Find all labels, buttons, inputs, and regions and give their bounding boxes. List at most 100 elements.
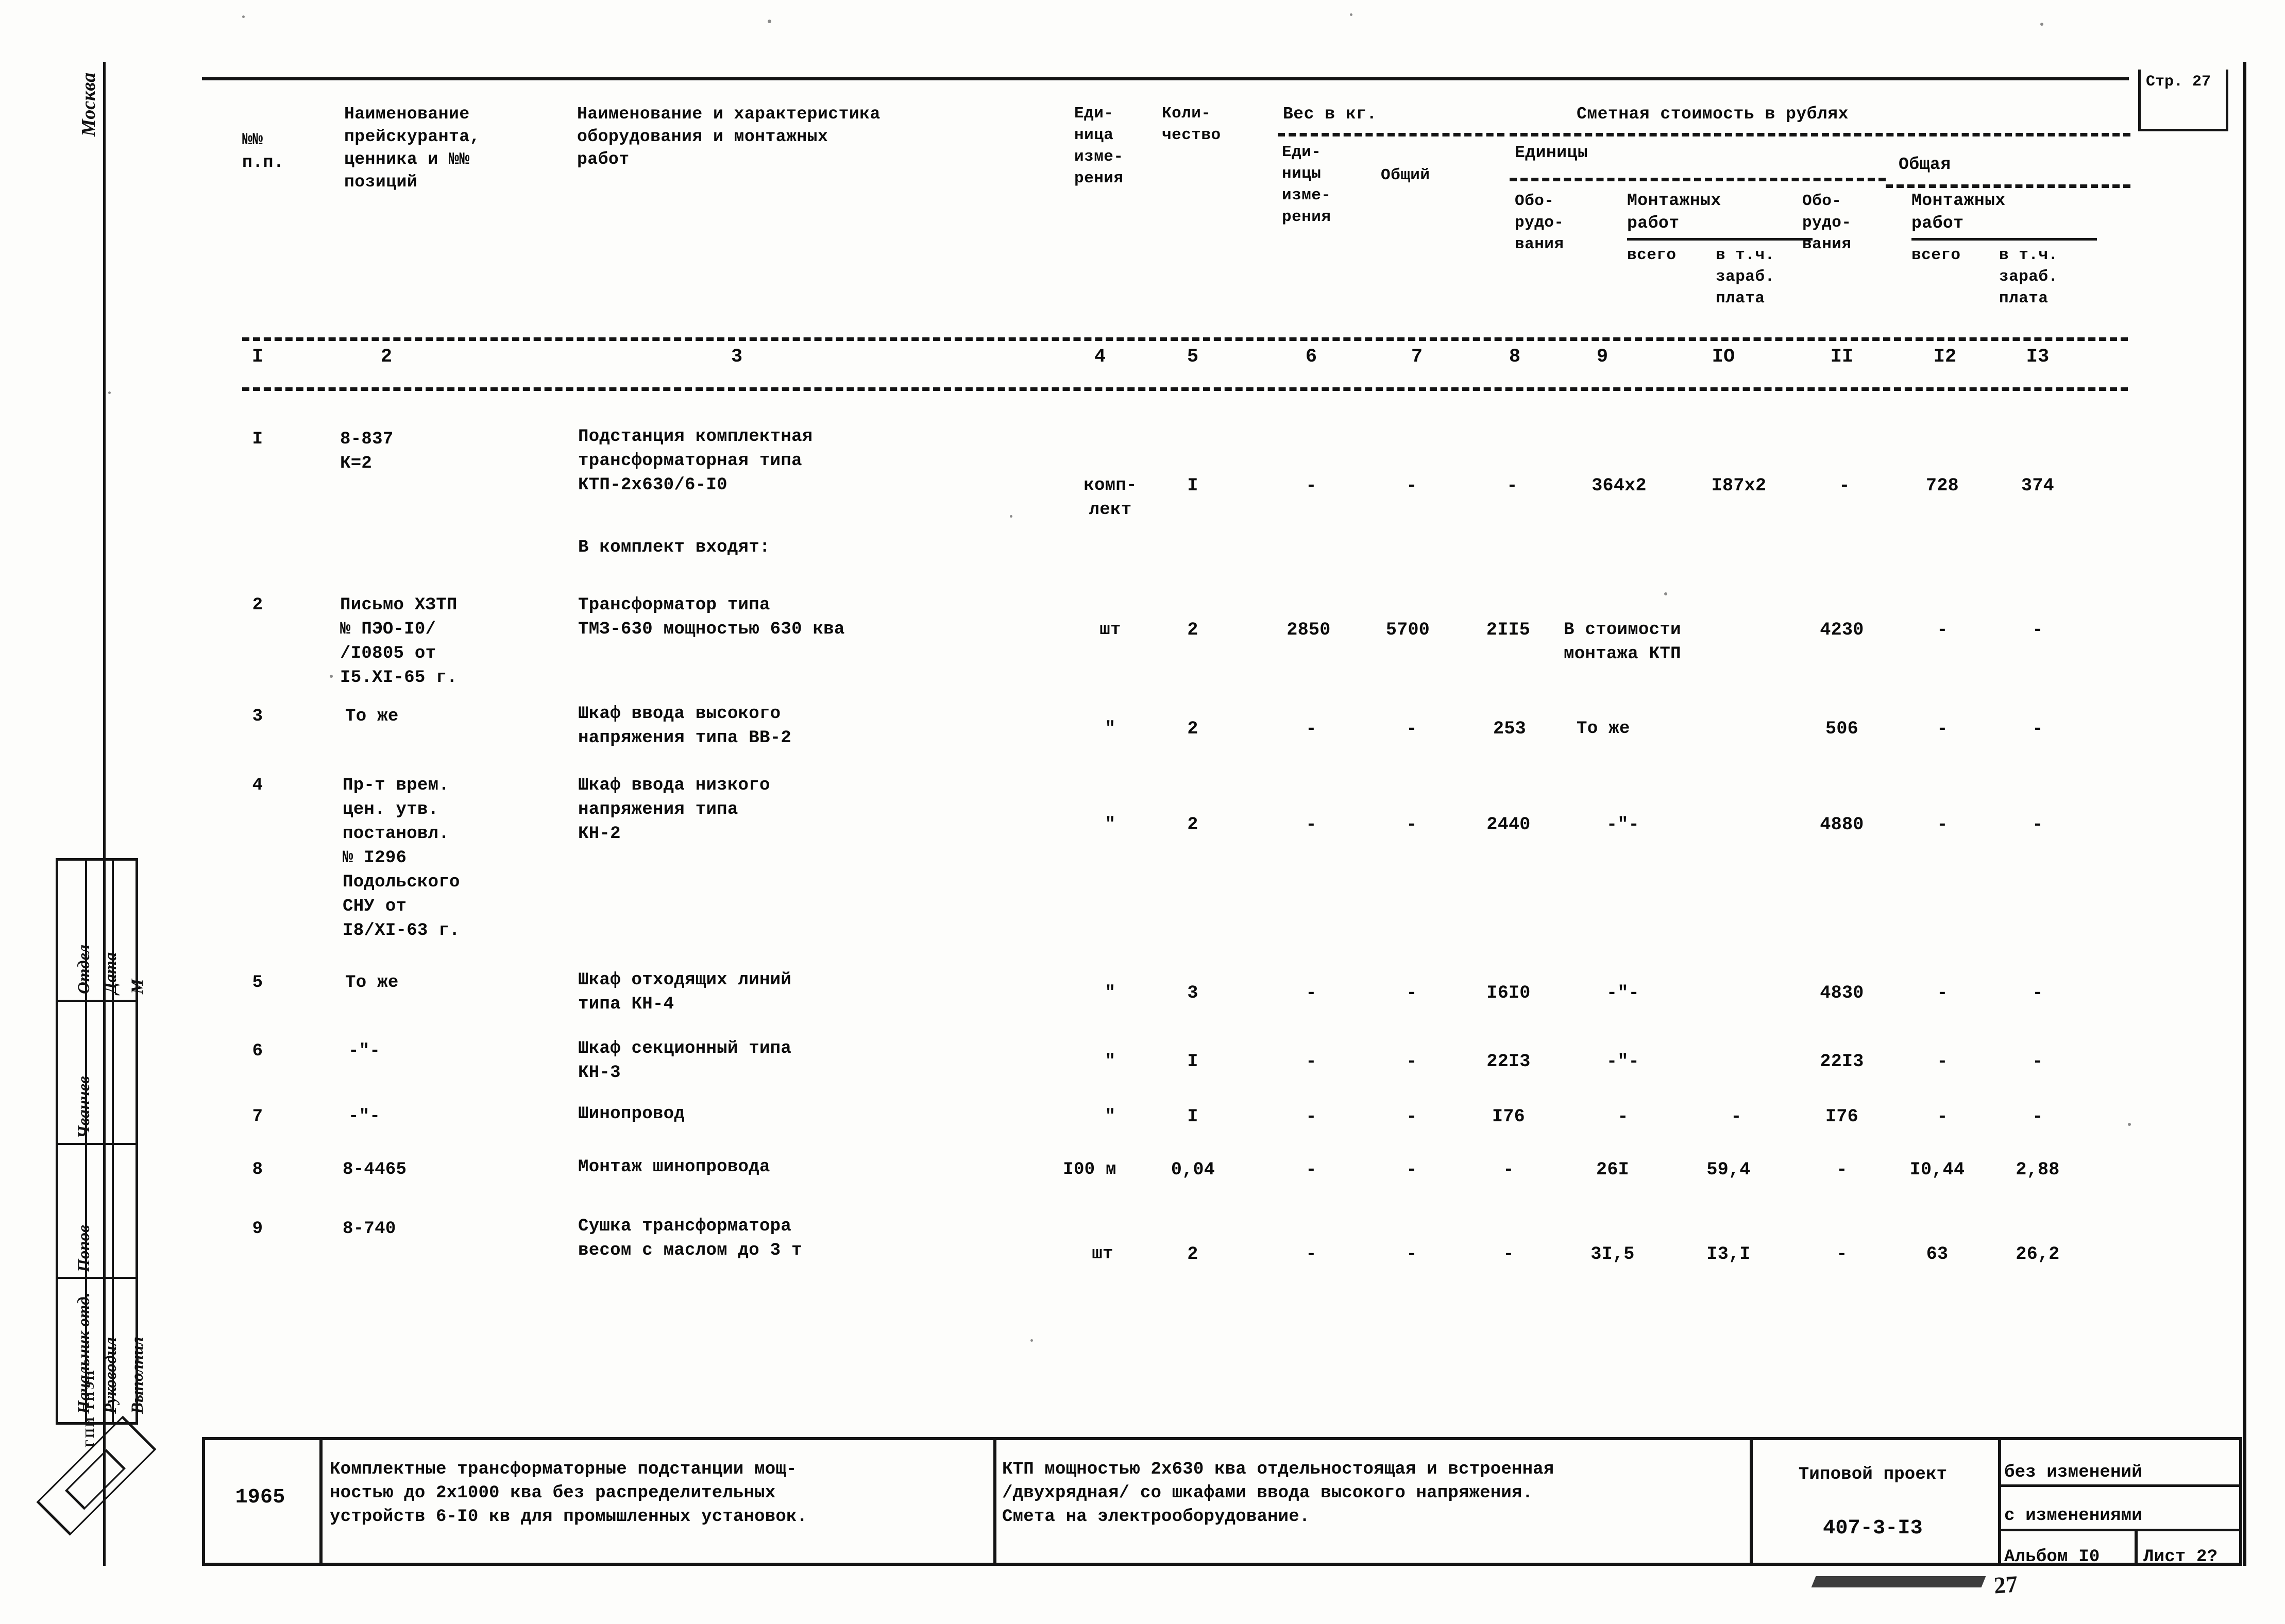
colnum-bottom-rule	[242, 387, 2128, 391]
title-block-sheet: Лист 2?	[2143, 1547, 2218, 1567]
table-row-qty: 2	[1187, 1244, 1198, 1264]
table-row-total-mont-all: 63	[1926, 1244, 1949, 1264]
stamp-executor-signature: Попов	[75, 1225, 93, 1272]
table-row-name: Трансформатор типа ТМЗ-630 мощностью 630…	[578, 595, 845, 639]
table-row-equip-unit: -	[1507, 475, 1518, 496]
table-row-mont-all: 26I	[1596, 1159, 1629, 1180]
table-row-w-unit: -	[1306, 719, 1317, 739]
table-row: 8	[252, 1160, 263, 1179]
table-row-unit: "	[1105, 983, 1116, 1003]
scan-speck	[2040, 23, 2043, 26]
page-number-box: Стр. 27	[2138, 70, 2228, 131]
colnum-3: 3	[731, 346, 743, 368]
table-row-name: Шкаф отходящих линий типа КН-4	[578, 970, 792, 1014]
title-block-with-changes: с изменениями	[2004, 1506, 2142, 1526]
table-row-total-mont-wage: -	[2032, 719, 2043, 739]
colnum-7: 7	[1411, 346, 1423, 368]
table-row-mont-note: В стоимости монтажа КТП	[1564, 620, 1681, 664]
scan-smudge-text: 27	[1993, 1570, 2019, 1599]
colnum-13: I3	[2026, 346, 2050, 368]
header-col5-label: Коли- чество	[1162, 105, 1221, 144]
table-row-source: То же	[345, 707, 399, 726]
table-row-total-mont-all: -	[1937, 983, 1948, 1003]
table-row-w-unit: -	[1306, 1106, 1317, 1127]
header-col1-label: №№ п.п.	[242, 130, 284, 172]
table-row: 7	[252, 1107, 263, 1126]
table-row-equip-unit: I76	[1492, 1106, 1525, 1127]
table-row-equip-total: I76	[1825, 1106, 1858, 1127]
table-row-qty: 3	[1187, 983, 1198, 1003]
header-top-rule	[202, 77, 2129, 80]
header-weight-group-rule	[1278, 133, 1504, 136]
table-row: 5	[252, 973, 263, 993]
scan-smudge	[1811, 1576, 1986, 1587]
table-row-qty: 2	[1187, 719, 1198, 739]
table-row: 9	[252, 1219, 263, 1239]
table-row-mont-all: 364х2	[1592, 475, 1647, 496]
table-row: 3	[252, 707, 263, 726]
table-row-mont-wage: I87х2	[1711, 475, 1767, 496]
title-block-project-label: Типовой проект	[1798, 1465, 1948, 1484]
table-row-total-mont-wage: -	[2032, 983, 2043, 1003]
table-row-source: 8-740	[343, 1219, 396, 1239]
table-row-equip-unit: I6I0	[1486, 983, 1531, 1003]
table-row-w-total: -	[1406, 1051, 1417, 1072]
table-row-equip-total: -	[1836, 1159, 1848, 1180]
stamp-supervisor-label: Руководил	[101, 1337, 120, 1414]
table-row-source: Пр-т врем. цен. утв. постановл. № I296 П…	[343, 776, 460, 941]
table-row-mont-wage: 59,4	[1706, 1159, 1751, 1180]
header-col12-13-group-label: Монтажных работ	[1911, 191, 2006, 233]
table-row-w-unit: -	[1306, 475, 1317, 496]
header-weight-group-label: Вес в кг.	[1283, 105, 1377, 124]
table-row-w-unit: -	[1306, 1244, 1317, 1264]
table-row-total-mont-all: -	[1937, 719, 1948, 739]
table-row-w-total: -	[1406, 475, 1417, 496]
table-row-equip-total: 4880	[1820, 814, 1864, 835]
title-block-subject: КТП мощностью 2х630 ква отдельностоящая …	[1002, 1460, 1554, 1527]
table-row-name: В комплект входят:	[578, 538, 770, 557]
table-row-w-total: -	[1406, 1244, 1417, 1264]
colnum-10: IO	[1712, 346, 1735, 368]
stamp-executor-label: Выполнил	[128, 1337, 147, 1414]
header-col9-10-underline	[1627, 238, 1813, 241]
title-block-divider	[993, 1437, 996, 1566]
table-row-equip-total: -	[1836, 1244, 1848, 1264]
stamp-row-divider	[58, 1277, 136, 1279]
table-row: 6	[252, 1041, 263, 1061]
stamp-row-divider	[58, 1000, 136, 1002]
title-block-row-divider	[1998, 1529, 2242, 1531]
header-col9-label: всего	[1627, 246, 1677, 264]
colnum-11: II	[1830, 346, 1854, 368]
table-row-qty: I	[1187, 1106, 1198, 1127]
colnum-5: 5	[1187, 346, 1199, 368]
table-row-w-total: -	[1406, 983, 1417, 1003]
table-row-total-mont-wage: 374	[2021, 475, 2054, 496]
table-row-source: То же	[345, 973, 399, 993]
table-row-total-mont-wage: 26,2	[2016, 1244, 2060, 1264]
header-col4-label: Еди- ница изме- рения	[1074, 105, 1124, 187]
table-row-equip-total: 506	[1825, 719, 1858, 739]
header-col12-13-underline	[1911, 238, 2097, 241]
table-row-total-mont-all: -	[1937, 1106, 1948, 1127]
stamp-date-label: Дата	[101, 952, 120, 994]
table-row-name: Шкаф секционный типа КН-3	[578, 1039, 792, 1083]
table-row-source: 8-4465	[343, 1160, 407, 1179]
table-row-w-total: -	[1406, 814, 1417, 835]
stamp-supervisor-signature: Чванчев	[75, 1076, 93, 1138]
table-row-unit: шт	[1099, 620, 1121, 640]
table-row-source: 8-837 К=2	[340, 430, 394, 473]
table-row-mont-note: -"-	[1606, 983, 1639, 1003]
header-cost-group-rule	[1510, 133, 2130, 136]
table-row-total-mont-wage: -	[2032, 814, 2043, 835]
header-col2-label: Наименование прейскуранта, ценника и №№ …	[344, 105, 480, 192]
table-row-name: Шкаф ввода низкого напряжения типа КН-2	[578, 776, 770, 844]
table-row-w-total: -	[1406, 1106, 1417, 1127]
scan-speck	[242, 15, 245, 18]
table-row-mont-note: -	[1617, 1106, 1629, 1127]
table-row: 4	[252, 776, 263, 795]
table-row-qty: 2	[1187, 814, 1198, 835]
header-total-group-label: Общая	[1899, 155, 1951, 174]
title-block-divider	[1998, 1437, 2001, 1566]
title-block-row-divider	[1998, 1484, 2242, 1487]
table-row-total-mont-wage: 2,88	[2016, 1159, 2060, 1180]
